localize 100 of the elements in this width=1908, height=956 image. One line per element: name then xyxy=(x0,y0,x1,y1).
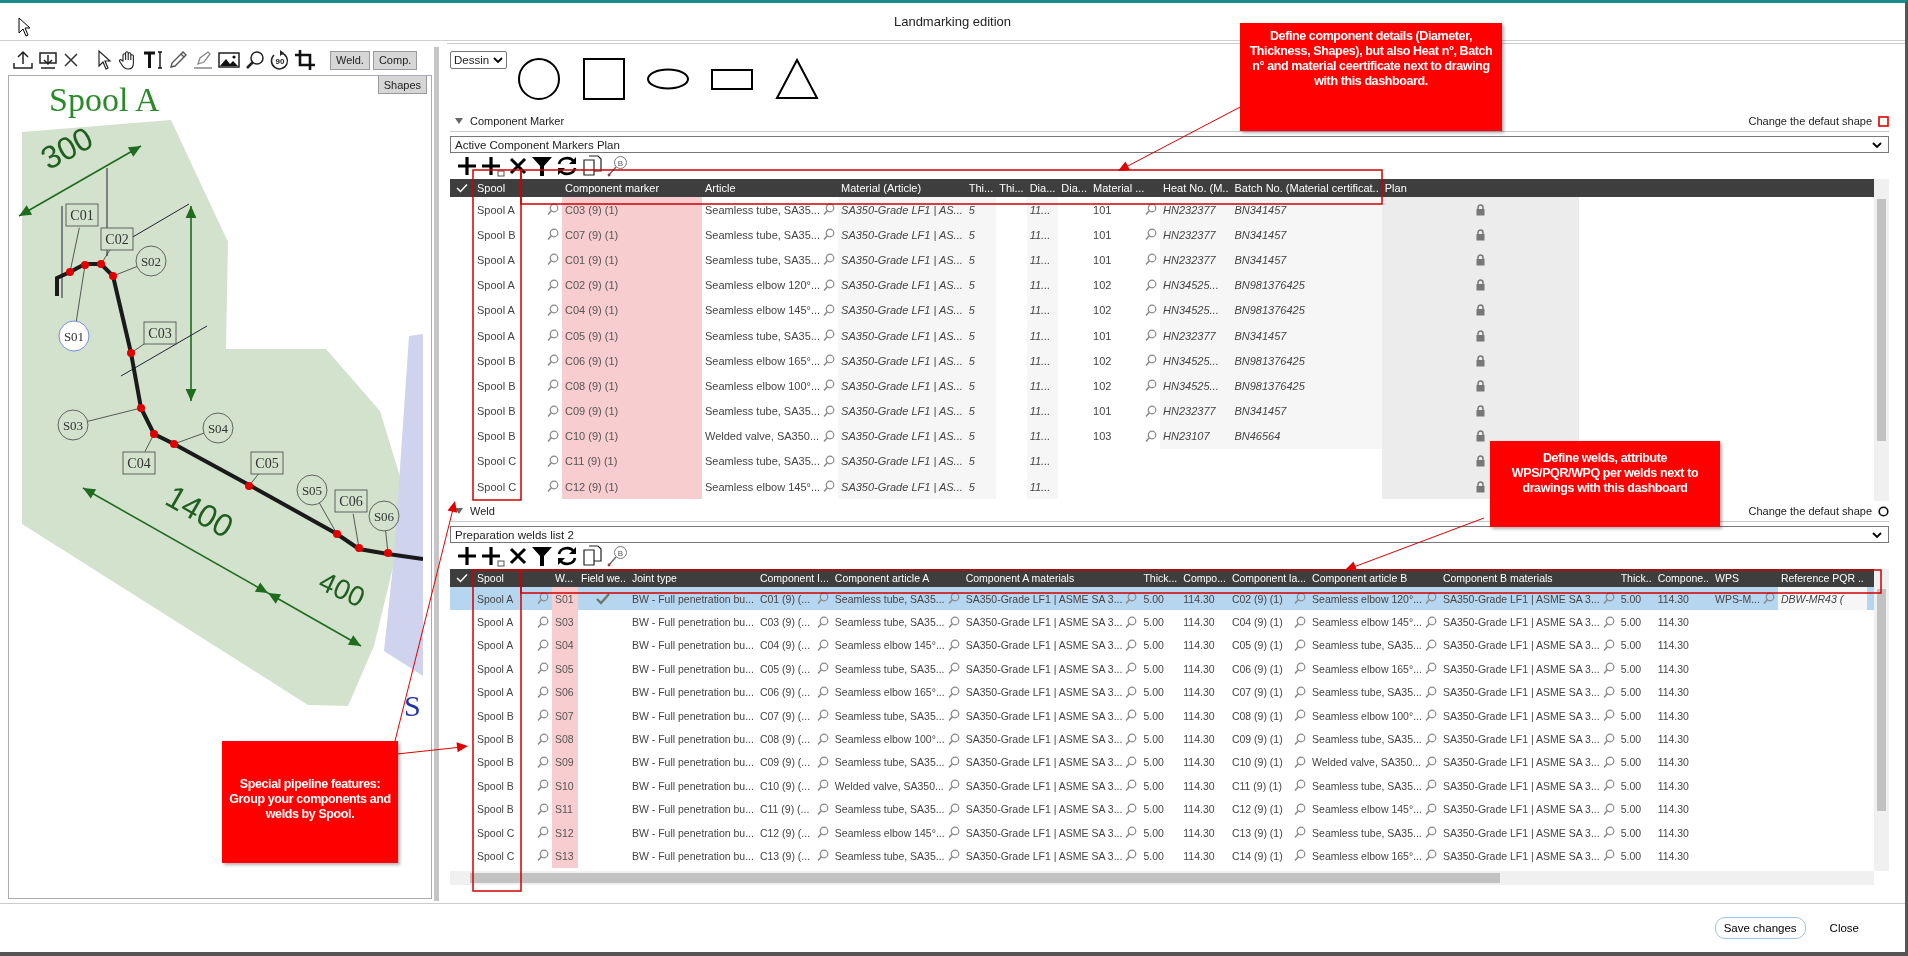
column-header[interactable]: Material (Article) xyxy=(838,179,966,197)
scrollbar[interactable] xyxy=(1874,569,1889,871)
refresh-icon[interactable] xyxy=(556,545,578,567)
table-cell: Spool B xyxy=(477,709,514,722)
checkmark-icon[interactable] xyxy=(456,183,468,193)
table-cell: Seamless tube, SA35... xyxy=(1312,733,1422,746)
mode-button[interactable]: Comp. xyxy=(372,50,418,70)
triangle-shape-icon[interactable] xyxy=(775,58,820,100)
table-cell: S12 xyxy=(552,820,578,845)
table-cell: HN232377 xyxy=(1160,197,1232,223)
weld-tag: S05 xyxy=(296,474,328,506)
rectangle-shape-icon[interactable] xyxy=(711,67,754,91)
table-cell-text: BW - Full penetration bu... xyxy=(630,802,755,818)
scrollbar[interactable] xyxy=(450,871,1874,885)
add-icon[interactable] xyxy=(456,155,478,177)
column-header[interactable] xyxy=(450,569,474,587)
close-button[interactable]: Close xyxy=(1823,921,1865,935)
delete-icon[interactable] xyxy=(508,155,528,177)
column-header[interactable]: Heat No. (M.. xyxy=(1160,179,1232,197)
table-cell: Spool B xyxy=(477,228,516,241)
caret-icon[interactable] xyxy=(454,116,464,126)
shapes-button[interactable]: Shapes xyxy=(377,76,427,94)
column-header[interactable] xyxy=(450,179,474,197)
table-cell: Spool C xyxy=(477,850,515,862)
table-cell: Seamless tube, SA35... xyxy=(834,709,945,722)
mode-select[interactable]: Dessin xyxy=(450,51,508,69)
weld-point xyxy=(245,482,253,490)
filter-icon[interactable] xyxy=(531,155,553,177)
table-cell: S13 xyxy=(552,844,578,868)
table-cell: C02 (9) (1) xyxy=(562,272,702,298)
table-cell: Welded valve, SA350... xyxy=(834,779,944,792)
column-header[interactable]: Plan xyxy=(1381,179,1579,197)
weld-point xyxy=(170,440,178,448)
delete-icon[interactable] xyxy=(508,545,528,567)
search-icon[interactable] xyxy=(244,49,266,71)
table-cell: 101 xyxy=(1093,253,1112,266)
mode-button[interactable]: Weld. xyxy=(330,50,370,70)
table-cell-text: 5.00 xyxy=(1142,849,1165,864)
square-shape-icon[interactable] xyxy=(583,58,626,100)
upload-icon[interactable] xyxy=(12,49,34,71)
table-cell: C09 (9) (1) xyxy=(562,398,702,424)
table-cell: 11... xyxy=(1026,373,1059,399)
table-cell-text: 114.30 xyxy=(1182,802,1216,818)
table-cell: SA350-Grade LF1 | ASME SA 3... xyxy=(965,686,1123,699)
weld-tag: S04 xyxy=(202,412,234,444)
ellipse-shape-icon[interactable] xyxy=(647,68,690,90)
table-cell-text: 114.30 xyxy=(1656,849,1690,864)
weld-point xyxy=(384,549,392,557)
column-header[interactable]: Thi... xyxy=(996,179,1027,197)
circle-shape-icon[interactable] xyxy=(517,57,562,101)
scrollbar[interactable] xyxy=(1874,179,1889,501)
table-cell: S07 xyxy=(552,703,578,728)
pencil-icon[interactable] xyxy=(167,49,189,71)
column-header[interactable]: Dia... xyxy=(1026,179,1059,197)
table-header-bar xyxy=(1866,569,1874,587)
copy-icon[interactable] xyxy=(581,545,603,567)
download-icon[interactable] xyxy=(37,49,59,71)
table-cell: SA350-Grade LF1 | ASME SA 3... xyxy=(965,803,1123,816)
table-cell: HN232377 xyxy=(1160,398,1232,424)
checkmark-icon[interactable] xyxy=(456,573,468,583)
caret-icon[interactable] xyxy=(454,506,464,516)
table-cell-text: 5.00 xyxy=(1142,825,1165,841)
column-header[interactable]: Batch No. (Material certificat.. xyxy=(1231,179,1382,197)
add-copy-icon[interactable] xyxy=(481,545,505,567)
filter-icon[interactable] xyxy=(531,545,553,567)
table-cell: SA350-Grade LF1 | ASME SA 3... xyxy=(965,616,1123,629)
column-header[interactable]: Thi... xyxy=(965,179,997,197)
table-cell: Welded valve, SA350... xyxy=(1312,756,1421,769)
table-cell: C02 (9) (1) xyxy=(1231,592,1283,605)
table-cell: BN341457 xyxy=(1231,222,1382,248)
circle-icon[interactable] xyxy=(1878,505,1889,517)
column-header[interactable]: Article xyxy=(702,179,839,197)
table-cell: Spool A xyxy=(477,253,515,266)
table-cell-text: 5.00 xyxy=(1142,638,1165,654)
column-header[interactable]: Material ... xyxy=(1090,179,1161,197)
table-cell: C04 (9) (1) xyxy=(562,297,702,323)
column-header[interactable]: Dia... xyxy=(1058,179,1091,197)
square-icon[interactable] xyxy=(1878,115,1889,127)
crop-icon[interactable] xyxy=(294,49,316,71)
list-select[interactable]: Active Component Markers Plan xyxy=(450,136,1889,153)
table-cell: C07 (9) (... xyxy=(759,709,811,722)
add-icon[interactable] xyxy=(456,545,478,567)
copy-icon[interactable] xyxy=(581,155,603,177)
list-select[interactable]: Preparation welds list 2 xyxy=(450,526,1889,543)
image-icon[interactable] xyxy=(217,49,241,71)
text-tool-icon[interactable] xyxy=(142,49,164,71)
table-cell-text: 114.30 xyxy=(1656,732,1690,748)
save-button[interactable]: Save changes xyxy=(1714,917,1806,939)
weld-point xyxy=(150,430,158,438)
table-cell: SA350-Grade LF1 | AS... xyxy=(838,474,966,500)
table-cell-text: 114.30 xyxy=(1182,825,1216,841)
table-cell-text: 5.00 xyxy=(1619,732,1643,748)
table-cell: S10 xyxy=(552,774,578,798)
add-copy-icon[interactable] xyxy=(481,155,505,177)
column-header[interactable]: Component marker xyxy=(562,179,702,197)
table-cell: Seamless tube, SA35... xyxy=(1312,779,1422,792)
refresh-icon[interactable] xyxy=(556,155,578,177)
check-icon[interactable] xyxy=(596,592,611,605)
column-header[interactable]: Spool xyxy=(474,179,562,197)
table-cell: 101 xyxy=(1093,329,1112,342)
